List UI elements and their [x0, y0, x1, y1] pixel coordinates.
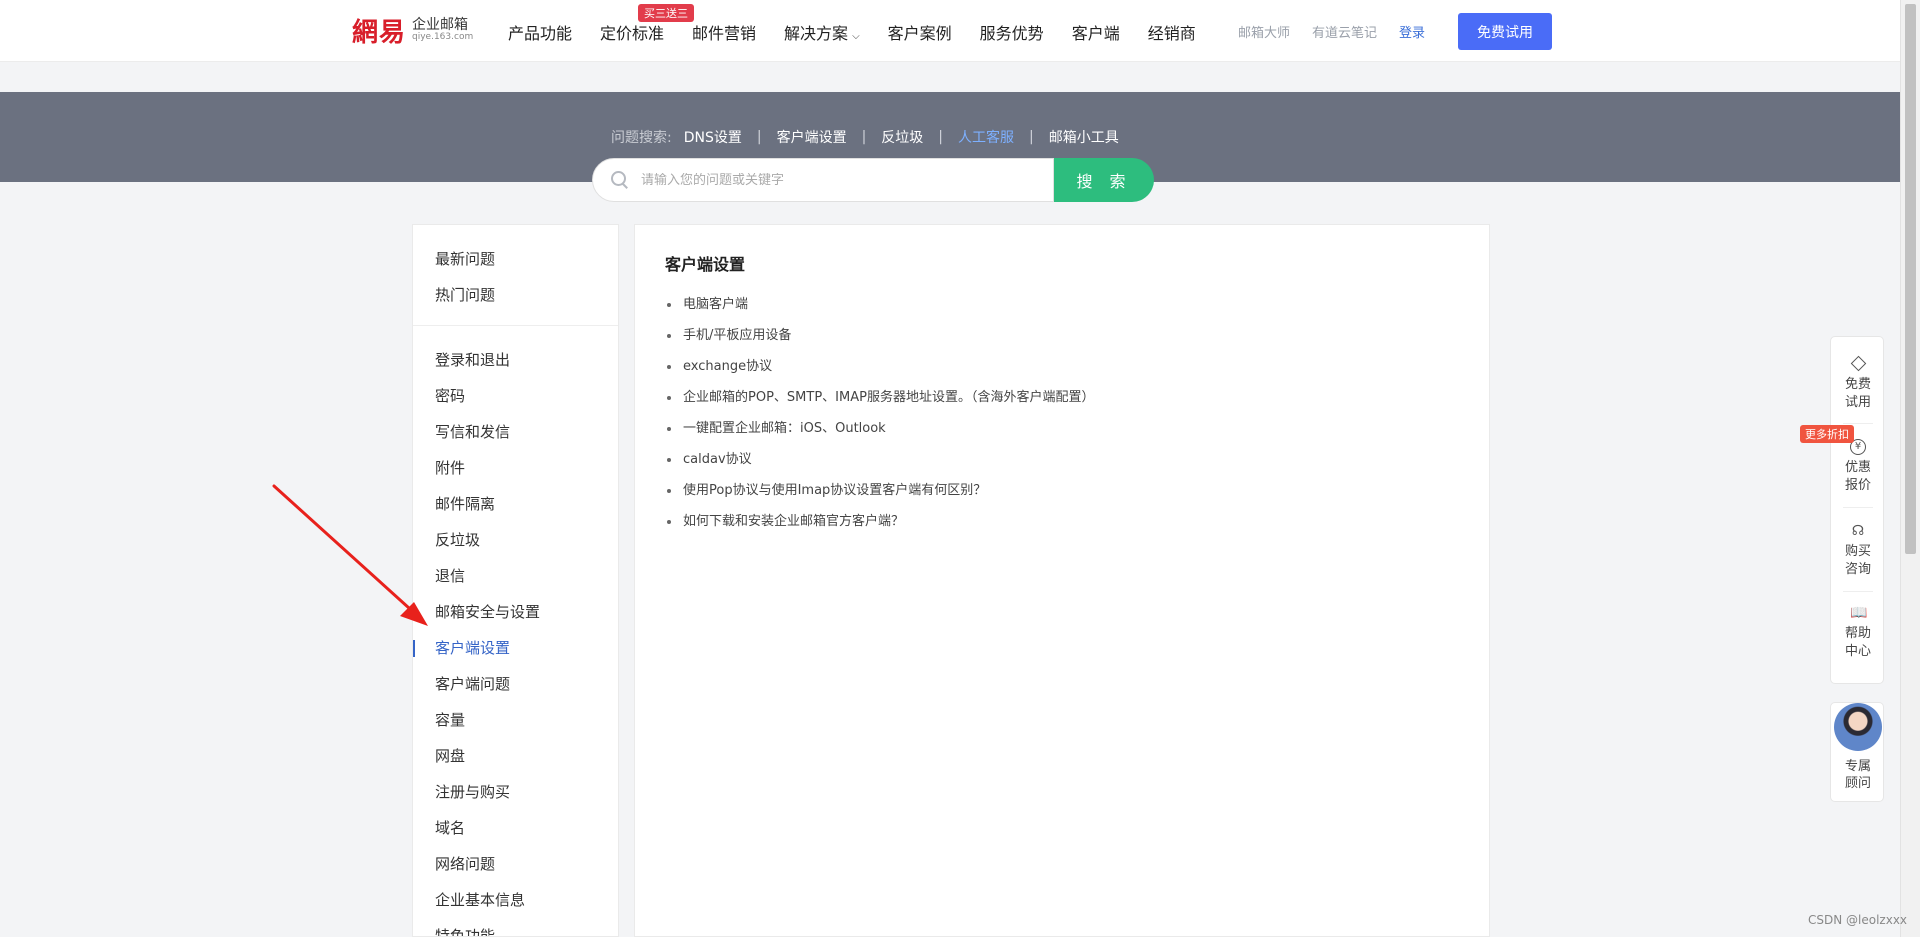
faq-link[interactable]: 电脑客户端 — [665, 289, 1094, 320]
promo-badge: 买三送三 — [638, 4, 694, 22]
nav-customer-cases[interactable]: 客户案例 — [888, 20, 952, 44]
category-sidebar: 最新问题 热门问题 登录和退出 密码 写信和发信 附件 邮件隔离 反垃圾 退信 … — [412, 224, 619, 937]
search-input[interactable] — [641, 172, 1021, 188]
sidebar-item-client-issues[interactable]: 客户端问题 — [413, 666, 618, 702]
discount-badge: 更多折扣 — [1800, 425, 1854, 443]
main-nav: 产品功能 定价标准 邮件营销 解决方案 ⌵ 客户案例 服务优势 客户端 经销商 — [508, 20, 1224, 44]
sidebar-group-featured: 最新问题 热门问题 — [413, 225, 618, 326]
nav-client[interactable]: 客户端 — [1072, 20, 1120, 44]
link-mail-master[interactable]: 邮箱大师 — [1238, 22, 1290, 41]
quick-link-human-support[interactable]: 人工客服 — [958, 127, 1014, 147]
header-right-links: 邮箱大师 有道云笔记 登录 — [1238, 22, 1445, 41]
sidebar-item-password[interactable]: 密码 — [413, 378, 618, 414]
sidebar-item-features[interactable]: 特色功能 — [413, 918, 618, 936]
quick-search-label: 问题搜索: — [611, 130, 672, 146]
logo-title: 企业邮箱 — [412, 16, 469, 33]
free-trial-button[interactable]: 免费试用 — [1458, 13, 1552, 50]
nav-email-marketing[interactable]: 邮件营销 — [692, 20, 756, 44]
nav-dealers[interactable]: 经销商 — [1148, 20, 1196, 44]
sidebar-item-security-settings[interactable]: 邮箱安全与设置 — [413, 594, 618, 630]
faq-link[interactable]: caldav协议 — [665, 444, 1094, 475]
search-button[interactable]: 搜 索 — [1054, 158, 1154, 202]
sidebar-item-client-settings[interactable]: 客户端设置 — [413, 630, 618, 666]
netease-logo[interactable]: 網易 企业邮箱 qiye.163.com — [352, 12, 473, 49]
float-purchase-consult[interactable]: ☊ 购买 咨询 — [1831, 523, 1885, 578]
sidebar-item-network[interactable]: 网络问题 — [413, 846, 618, 882]
faq-link[interactable]: 使用Pop协议与使用Imap协议设置客户端有何区别？ — [665, 475, 1094, 506]
float-discount-quote[interactable]: ¥ 优惠 报价 — [1831, 439, 1885, 494]
faq-list: 电脑客户端 手机/平板应用设备 exchange协议 企业邮箱的POP、SMTP… — [665, 289, 1094, 537]
scrollbar-thumb[interactable] — [1905, 4, 1916, 554]
sidebar-item-hot[interactable]: 热门问题 — [413, 277, 618, 313]
quick-link-dns[interactable]: DNS设置 — [684, 127, 742, 147]
sidebar-item-netdisk[interactable]: 网盘 — [413, 738, 618, 774]
page-title: 客户端设置 — [665, 255, 746, 274]
sidebar-item-quarantine[interactable]: 邮件隔离 — [413, 486, 618, 522]
nav-product-features[interactable]: 产品功能 — [508, 20, 572, 44]
sidebar-item-company-info[interactable]: 企业基本信息 — [413, 882, 618, 918]
page-scrollbar[interactable] — [1900, 0, 1920, 937]
sidebar-item-domain[interactable]: 域名 — [413, 810, 618, 846]
separator: | — [938, 129, 944, 145]
sidebar-group-categories: 登录和退出 密码 写信和发信 附件 邮件隔离 反垃圾 退信 邮箱安全与设置 客户… — [413, 326, 618, 936]
annotation-arrow-icon — [272, 484, 428, 626]
float-help-center[interactable]: 📖 帮助 中心 — [1831, 605, 1885, 660]
divider — [1843, 507, 1873, 508]
faq-link[interactable]: exchange协议 — [665, 351, 1094, 382]
faq-link[interactable]: 如何下载和安装企业邮箱官方客户端？ — [665, 506, 1094, 537]
dedicated-advisor-button[interactable]: 专属 顾问 — [1830, 702, 1884, 802]
search-icon — [611, 171, 629, 189]
faq-link[interactable]: 企业邮箱的POP、SMTP、IMAP服务器地址设置。（含海外客户端配置） — [665, 382, 1094, 413]
separator: | — [861, 129, 867, 145]
search-box — [592, 158, 1054, 202]
quick-link-antispam[interactable]: 反垃圾 — [881, 127, 923, 147]
divider — [1843, 591, 1873, 592]
advisor-avatar — [1834, 703, 1882, 751]
divider — [1843, 423, 1873, 424]
top-header: 網易 企业邮箱 qiye.163.com 产品功能 定价标准 邮件营销 解决方案… — [0, 0, 1900, 62]
quick-link-client-settings[interactable]: 客户端设置 — [777, 127, 847, 147]
sidebar-item-login-logout[interactable]: 登录和退出 — [413, 342, 618, 378]
logo-text: 企业邮箱 qiye.163.com — [412, 16, 474, 43]
diamond-icon — [1850, 355, 1866, 372]
separator: | — [1029, 129, 1034, 145]
sidebar-item-antispam[interactable]: 反垃圾 — [413, 522, 618, 558]
login-link[interactable]: 登录 — [1399, 22, 1425, 41]
chevron-down-icon: ⌵ — [852, 31, 860, 42]
book-icon: 📖 — [1850, 605, 1868, 621]
quick-link-mail-tools[interactable]: 邮箱小工具 — [1049, 127, 1119, 147]
sidebar-item-attachments[interactable]: 附件 — [413, 450, 618, 486]
quick-search-links: 问题搜索: DNS设置 | 客户端设置 | 反垃圾 | 人工客服 | 邮箱小工具 — [611, 127, 1119, 147]
sidebar-item-capacity[interactable]: 容量 — [413, 702, 618, 738]
faq-link[interactable]: 手机/平板应用设备 — [665, 320, 1094, 351]
advisor-label: 专属 顾问 — [1844, 759, 1871, 791]
article-list-panel: 客户端设置 电脑客户端 手机/平板应用设备 exchange协议 企业邮箱的PO… — [634, 224, 1490, 937]
separator: | — [756, 129, 762, 145]
nav-service-advantages[interactable]: 服务优势 — [980, 20, 1044, 44]
headset-icon: ☊ — [1851, 523, 1865, 539]
sidebar-item-bounce[interactable]: 退信 — [413, 558, 618, 594]
link-youdao-note[interactable]: 有道云笔记 — [1312, 22, 1377, 41]
sidebar-item-compose-send[interactable]: 写信和发信 — [413, 414, 618, 450]
nav-pricing[interactable]: 定价标准 — [600, 20, 664, 44]
sidebar-item-latest[interactable]: 最新问题 — [413, 241, 618, 277]
logo-mark: 網易 — [352, 18, 407, 48]
nav-solutions[interactable]: 解决方案 ⌵ — [784, 20, 860, 44]
float-free-trial[interactable]: 免费 试用 — [1831, 355, 1885, 411]
watermark: CSDN @leolzxxx — [1808, 913, 1908, 927]
faq-link[interactable]: 一键配置企业邮箱：iOS、Outlook — [665, 413, 1094, 444]
logo-domain: qiye.163.com — [412, 32, 474, 43]
sidebar-item-register-purchase[interactable]: 注册与购买 — [413, 774, 618, 810]
floating-service-panel: 免费 试用 ¥ 优惠 报价 ☊ 购买 咨询 📖 帮助 中心 — [1830, 336, 1884, 684]
